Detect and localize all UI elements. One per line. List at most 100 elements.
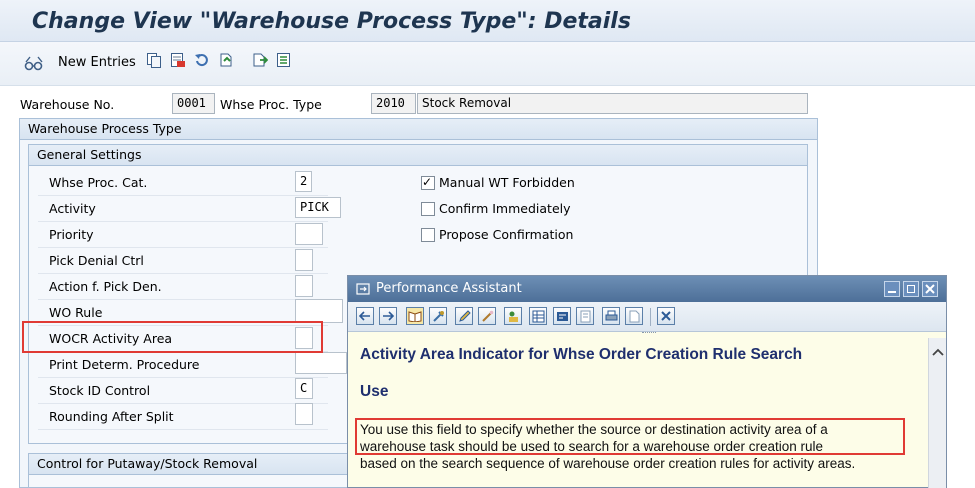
setting-row-print-determ-procedure: Print Determ. Procedure	[38, 353, 328, 378]
setting-row-activity: Activity	[38, 197, 328, 222]
setting-label: Rounding After Split	[49, 409, 174, 424]
stock-id-control-field[interactable]: C	[295, 378, 313, 399]
confirm-immediately-label: Confirm Immediately	[439, 201, 571, 216]
setting-row-pick-denial-ctrl: Pick Denial Ctrl	[38, 249, 328, 274]
print-determ-procedure-field[interactable]	[295, 352, 347, 374]
help-text-line: You use this field to specify whether th…	[360, 422, 828, 437]
performance-assistant-toolbar	[348, 302, 946, 332]
maximize-button[interactable]	[903, 281, 919, 297]
toolbar-separator	[650, 308, 651, 326]
checkmark-icon: ✓	[422, 175, 433, 189]
select-block-icon[interactable]	[218, 52, 234, 68]
action-pick-den-field[interactable]	[295, 275, 313, 297]
pick-denial-ctrl-field[interactable]	[295, 249, 313, 271]
propose-confirmation-label: Propose Confirmation	[439, 227, 574, 242]
setting-label: Pick Denial Ctrl	[49, 253, 144, 268]
close-assistant-button[interactable]	[657, 307, 675, 325]
whse-proc-type-field[interactable]: 2010	[371, 93, 416, 114]
table-icon	[532, 310, 545, 323]
warehouse-no-field[interactable]: 0001	[172, 93, 215, 114]
setting-label: WO Rule	[49, 305, 103, 320]
setting-row-wocr-activity-area: WOCR Activity Area	[38, 327, 328, 352]
setting-row-stock-id-control: Stock ID Control	[38, 379, 328, 404]
application-help-button[interactable]	[406, 307, 424, 325]
previous-entry-icon[interactable]	[252, 52, 268, 68]
arrow-left-icon	[359, 311, 370, 321]
maximize-icon	[907, 285, 915, 293]
window-icon	[356, 283, 370, 295]
close-icon	[925, 284, 935, 294]
minimize-button[interactable]	[884, 281, 900, 297]
new-entries-button[interactable]: New Entries	[58, 55, 136, 70]
next-entry-icon[interactable]	[276, 52, 292, 68]
general-settings-title: General Settings	[29, 145, 807, 166]
wocr-activity-area-field[interactable]	[295, 327, 313, 349]
bookmark-button[interactable]	[625, 307, 643, 325]
minimize-icon	[888, 291, 896, 293]
application-toolbar: New Entries	[0, 42, 975, 86]
setting-label: Stock ID Control	[49, 383, 151, 398]
help-section-title: Use	[360, 383, 389, 400]
pencil-icon	[459, 310, 471, 322]
copy-as-icon[interactable]	[146, 52, 162, 68]
setting-label: WOCR Activity Area	[49, 331, 173, 346]
close-button[interactable]	[922, 281, 938, 297]
printer-icon	[605, 310, 618, 321]
warehouse-no-label: Warehouse No.	[20, 97, 115, 112]
whse-proc-type-label: Whse Proc. Type	[220, 97, 322, 112]
chevron-up-icon[interactable]	[932, 348, 944, 356]
manual-wt-forbidden-label: Manual WT Forbidden	[439, 175, 575, 190]
priority-field[interactable]	[295, 223, 323, 245]
tools-icon	[433, 311, 444, 322]
glossary-button[interactable]	[529, 307, 547, 325]
print-button[interactable]	[602, 307, 620, 325]
close-x-icon	[661, 311, 671, 321]
setting-row-whse-proc-cat: Whse Proc. Cat.	[38, 171, 328, 196]
document-icon	[629, 310, 640, 323]
comments-button[interactable]	[576, 307, 594, 325]
undo-change-icon[interactable]	[194, 52, 210, 68]
propose-confirmation-checkbox[interactable]	[421, 228, 435, 242]
forward-button[interactable]	[379, 307, 397, 325]
title-bar: Change View "Warehouse Process Type": De…	[0, 0, 975, 42]
warehouse-process-type-group-title: Warehouse Process Type	[20, 119, 817, 140]
list-icon	[557, 312, 568, 321]
activity-field[interactable]: PICK	[295, 197, 341, 218]
wo-rule-field[interactable]	[295, 299, 343, 323]
setting-row-wo-rule: WO Rule	[38, 301, 328, 326]
back-button[interactable]	[356, 307, 374, 325]
edit-button[interactable]	[455, 307, 473, 325]
people-icon	[509, 311, 518, 322]
setting-row-action-pick-den: Action f. Pick Den.	[38, 275, 328, 300]
performance-assistant-title-bar: Performance Assistant	[348, 276, 946, 302]
setting-row-priority: Priority	[38, 223, 328, 248]
customizing-button[interactable]	[478, 307, 496, 325]
whse-proc-type-description: Stock Removal	[417, 93, 808, 114]
help-text-line: based on the search sequence of warehous…	[360, 456, 856, 471]
whse-proc-cat-field[interactable]: 2	[295, 171, 312, 192]
setting-label: Action f. Pick Den.	[49, 279, 162, 294]
performance-assistant-title: Performance Assistant	[376, 281, 522, 296]
setting-label: Priority	[49, 227, 94, 242]
display-change-glasses-icon[interactable]	[24, 54, 44, 72]
resize-grip[interactable]	[642, 332, 656, 335]
field-list-button[interactable]	[553, 307, 571, 325]
open-book-icon	[408, 311, 422, 322]
help-text-line: warehouse task should be used to search …	[360, 439, 824, 454]
magic-wand-icon	[482, 310, 494, 322]
setting-label: Whse Proc. Cat.	[49, 175, 148, 190]
manual-wt-forbidden-checkbox[interactable]: ✓	[421, 175, 435, 190]
setting-row-rounding-after-split: Rounding After Split	[38, 405, 328, 430]
setting-label: Print Determ. Procedure	[49, 357, 200, 372]
rounding-after-split-field[interactable]	[295, 403, 313, 425]
help-heading: Activity Area Indicator for Whse Order C…	[360, 346, 803, 363]
setting-label: Activity	[49, 201, 96, 216]
note-icon	[580, 310, 591, 323]
page-title: Change View "Warehouse Process Type": De…	[32, 9, 631, 34]
arrow-right-icon	[383, 311, 394, 321]
assign-button[interactable]	[504, 307, 522, 325]
delete-icon[interactable]	[170, 52, 186, 68]
vertical-scrollbar[interactable]	[928, 338, 946, 488]
confirm-immediately-checkbox[interactable]	[421, 202, 435, 216]
technical-info-button[interactable]	[429, 307, 447, 325]
